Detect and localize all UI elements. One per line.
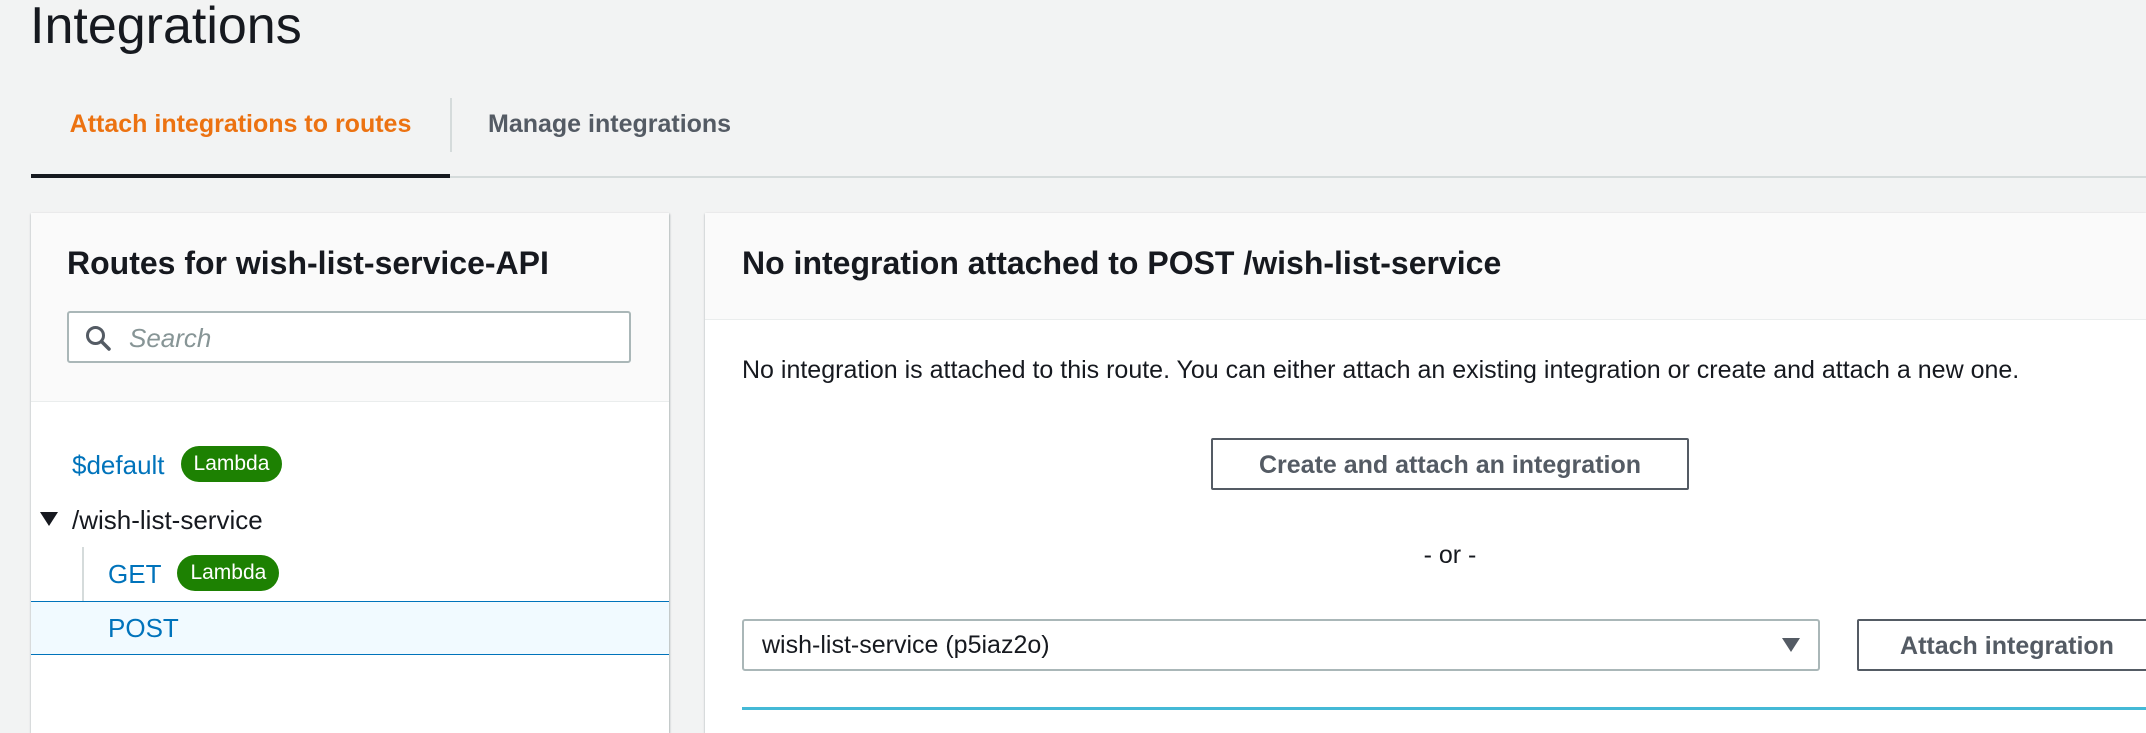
route-post[interactable]: POST [108, 601, 179, 655]
route-default-link[interactable]: $default [72, 450, 165, 480]
caret-down-icon [1782, 638, 1800, 652]
search-box[interactable] [67, 311, 631, 363]
integration-detail-panel: No integration attached to POST /wish-li… [705, 213, 2146, 733]
tab-bar: Attach integrations to routes Manage int… [31, 96, 2146, 178]
routes-panel-header: Routes for wish-list-service-API [31, 213, 669, 402]
page-title: Integrations [30, 0, 302, 55]
route-default[interactable]: $default Lambda [72, 438, 283, 492]
detail-panel-title: No integration attached to POST /wish-li… [742, 245, 1502, 281]
route-resource-wish-list-service[interactable]: /wish-list-service [40, 493, 263, 547]
routes-panel-title: Routes for wish-list-service-API [67, 245, 549, 281]
route-get[interactable]: GET Lambda [108, 547, 280, 601]
tab-divider [450, 98, 452, 152]
integration-select[interactable]: wish-list-service (p5iaz2o) [742, 619, 1820, 671]
caret-down-icon[interactable] [40, 512, 58, 526]
route-resource-label: /wish-list-service [72, 505, 263, 535]
or-separator: - or - [1423, 541, 1477, 569]
detail-panel-header: No integration attached to POST /wish-li… [705, 213, 2146, 320]
integration-select-value: wish-list-service (p5iaz2o) [762, 631, 1050, 659]
search-input[interactable] [127, 321, 611, 355]
lambda-badge: Lambda [180, 446, 283, 483]
search-icon [86, 326, 111, 351]
tab-attach-integrations[interactable]: Attach integrations to routes [31, 96, 450, 178]
route-post-link[interactable]: POST [108, 613, 179, 643]
create-and-attach-button[interactable]: Create and attach an integration [1211, 438, 1689, 490]
tab-manage-integrations[interactable]: Manage integrations [488, 96, 731, 176]
detail-description: No integration is attached to this route… [742, 356, 2020, 384]
lambda-badge: Lambda [177, 555, 280, 592]
route-get-link[interactable]: GET [108, 559, 161, 589]
attach-integration-button[interactable]: Attach integration [1857, 619, 2146, 671]
